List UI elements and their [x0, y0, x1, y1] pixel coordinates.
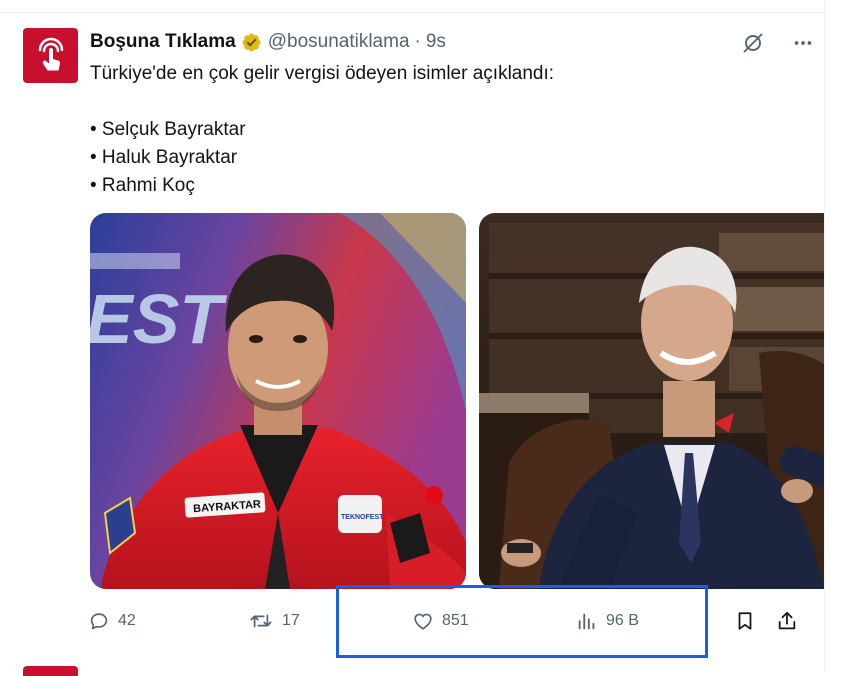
jacket-patch-text: TEKNOFEST: [341, 514, 384, 521]
share-button[interactable]: [776, 604, 798, 638]
avatar[interactable]: [23, 28, 78, 83]
highlight-box: [336, 585, 708, 658]
photo-rahmi-koc-illustration: [479, 213, 824, 589]
tweet-text-line: • Rahmi Koç: [90, 175, 195, 196]
more-button[interactable]: [788, 30, 818, 56]
display-name[interactable]: Boşuna Tıklama: [90, 31, 236, 53]
header-actions: [738, 30, 818, 56]
tweet-text-spacer: [90, 88, 554, 116]
tweet-text-line: Türkiye'de en çok gelir vergisi ödeyen i…: [90, 63, 555, 84]
repost-icon: [250, 614, 272, 628]
more-icon: [794, 41, 812, 45]
reply-count: 42: [118, 612, 136, 629]
reply-icon: [90, 613, 108, 630]
reply-button[interactable]: 42: [88, 604, 136, 638]
tweet-text: Türkiye'de en çok gelir vergisi ödeyen i…: [90, 60, 554, 200]
handle[interactable]: @bosunatiklama: [268, 31, 410, 53]
verified-badge-icon[interactable]: [241, 32, 262, 53]
bookmark-icon: [738, 612, 752, 630]
backdrop-text: EST: [90, 280, 227, 358]
tweet-media: EST BAYRAKTAR TEKNOFEST: [90, 213, 824, 589]
tweet-text-line: • Haluk Bayraktar: [90, 147, 238, 168]
tweet-header: Boşuna Tıklama @bosunatiklama · 9s: [90, 30, 446, 54]
grok-button[interactable]: [738, 30, 768, 56]
repost-count: 17: [282, 612, 300, 629]
photo-rahmi-koc[interactable]: [479, 213, 824, 589]
next-tweet-avatar[interactable]: [23, 666, 78, 676]
timestamp[interactable]: 9s: [426, 31, 446, 53]
repost-button[interactable]: 17: [248, 604, 300, 638]
grok-icon: [743, 33, 763, 53]
share-icon: [778, 611, 796, 630]
tweet-text-line: • Selçuk Bayraktar: [90, 119, 246, 140]
photo-selcuk-bayraktar[interactable]: EST BAYRAKTAR TEKNOFEST: [90, 213, 466, 589]
previous-item-divider: [0, 0, 825, 13]
hand-tap-logo-icon: [38, 37, 63, 70]
photo-selcuk-bayraktar-illustration: EST BAYRAKTAR TEKNOFEST: [90, 213, 466, 589]
separator-dot: ·: [414, 31, 421, 52]
timeline-border: [824, 0, 825, 672]
bookmark-button[interactable]: [734, 604, 756, 638]
tweet-page: Boşuna Tıklama @bosunatiklama · 9s Türki…: [0, 0, 855, 676]
